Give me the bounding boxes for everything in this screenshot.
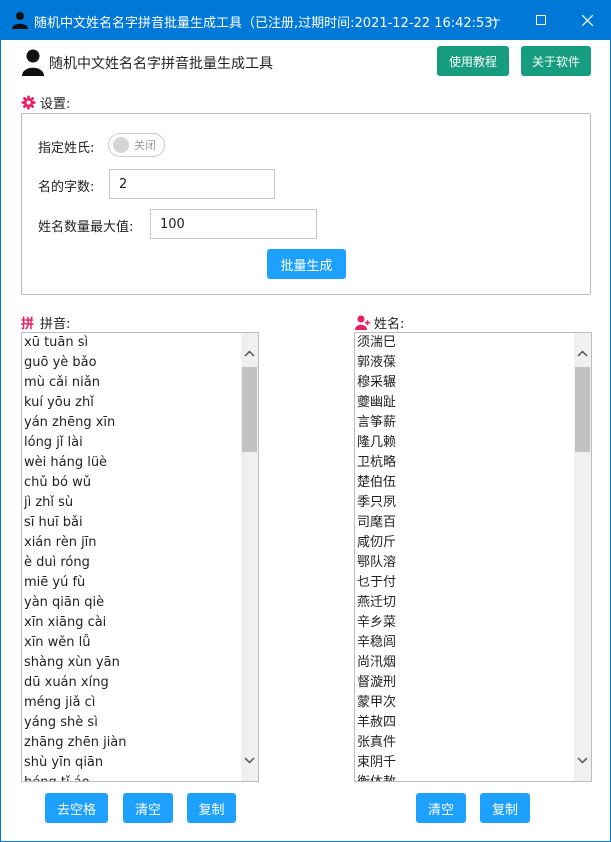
surname-toggle[interactable]: 关闭 — [108, 133, 165, 157]
list-item[interactable]: miē yú fù — [22, 573, 241, 593]
maximize-icon — [536, 15, 546, 25]
list-item[interactable]: 隆几赖 — [355, 433, 574, 453]
list-item[interactable]: 尚汛烟 — [355, 653, 574, 673]
max-count-label: 姓名数量最大值: — [38, 220, 134, 235]
names-heading: 姓名: — [355, 313, 404, 332]
pinyin-copy-button[interactable]: 复制 — [187, 793, 236, 823]
names-scrollbar[interactable] — [574, 333, 591, 781]
pinyin-list[interactable]: xū tuān sì guō yè bǎo mù cǎi niǎn kuí yōu z… — [21, 332, 259, 782]
list-item[interactable]: 辛乡菜 — [355, 613, 574, 633]
list-item[interactable]: 穆采辗 — [355, 373, 574, 393]
list-item[interactable]: xián rèn jīn — [22, 533, 241, 553]
close-button[interactable] — [564, 0, 610, 40]
list-item[interactable]: jì zhǐ sù — [22, 493, 241, 513]
svg-text:拼: 拼 — [21, 316, 34, 330]
list-item[interactable]: méng jiǎ cì — [22, 693, 241, 713]
list-item[interactable]: 燕迁切 — [355, 593, 574, 613]
trim-spaces-button[interactable]: 去空格 — [45, 793, 108, 823]
pinyin-icon: 拼 — [21, 316, 34, 330]
pinyin-scrollbar[interactable] — [241, 333, 258, 781]
list-item[interactable]: 蒙甲次 — [355, 693, 574, 713]
list-item[interactable]: 季只夙 — [355, 493, 574, 513]
pinyin-heading: 拼 拼音: — [21, 313, 70, 332]
about-button[interactable]: 关于软件 — [521, 46, 591, 76]
list-item[interactable]: è duì róng — [22, 553, 241, 573]
user-icon — [355, 315, 370, 330]
list-item[interactable]: 督漩刑 — [355, 673, 574, 693]
minimize-button[interactable] — [472, 0, 518, 40]
scroll-thumb[interactable] — [575, 367, 590, 452]
scroll-down-icon[interactable] — [574, 752, 591, 769]
settings-label: 设置: — [40, 97, 71, 112]
list-item[interactable]: 司麾百 — [355, 513, 574, 533]
list-item[interactable]: kuí yōu zhǐ — [22, 393, 241, 413]
list-item[interactable]: guō yè bǎo — [22, 353, 241, 373]
list-item[interactable]: shù yīn qiān — [22, 753, 241, 773]
list-item[interactable]: 言筝薪 — [355, 413, 574, 433]
close-icon — [581, 14, 593, 26]
list-item[interactable]: 咸仞斤 — [355, 533, 574, 553]
names-copy-button[interactable]: 复制 — [480, 793, 530, 823]
pinyin-label: 拼音: — [40, 317, 71, 332]
list-item[interactable]: xīn wěn lǚ — [22, 633, 241, 653]
names-items: 须湍巳 郭液葆 穆采辗 夔幽趾 言筝薪 隆几赖 卫杭略 楚伯伍 季只夙 司麾百 咸仞斤 鄂队溶 乜于付燕… — [355, 333, 574, 781]
names-list[interactable]: 须湍巳 郭液葆 穆采辗 夔幽趾 言筝薪 隆几赖 卫杭略 楚伯伍 季只夙 司麾百 咸仞斤 鄂队溶 乜于付燕… — [354, 332, 592, 782]
list-item[interactable]: 郭液葆 — [355, 353, 574, 373]
list-item[interactable]: xīn xiāng cài — [22, 613, 241, 633]
maximize-button[interactable] — [518, 0, 564, 40]
pinyin-items: xū tuān sì guō yè bǎo mù cǎi niǎn kuí yōu z… — [22, 333, 241, 781]
list-item[interactable]: yán zhēng xīn — [22, 413, 241, 433]
scroll-up-icon[interactable] — [574, 345, 591, 362]
list-item[interactable]: 楚伯伍 — [355, 473, 574, 493]
scroll-up-icon[interactable] — [241, 345, 258, 362]
list-item[interactable]: lóng jǐ lài — [22, 433, 241, 453]
list-item[interactable]: 须湍巳 — [355, 333, 574, 353]
list-item[interactable]: xū tuān sì — [22, 333, 241, 353]
list-item[interactable]: 夔幽趾 — [355, 393, 574, 413]
generate-button[interactable]: 批量生成 — [267, 249, 346, 279]
list-item[interactable]: héng tǐ áo — [22, 773, 241, 781]
list-item[interactable]: 束阴千 — [355, 753, 574, 773]
list-item[interactable]: zhāng zhēn jiàn — [22, 733, 241, 753]
scroll-thumb[interactable] — [242, 367, 257, 452]
scroll-down-icon[interactable] — [241, 752, 258, 769]
minimize-icon — [490, 19, 500, 21]
list-item[interactable]: 衡体敖 — [355, 773, 574, 781]
tutorial-button[interactable]: 使用教程 — [437, 46, 509, 76]
list-item[interactable]: 张真件 — [355, 733, 574, 753]
list-item[interactable]: wèi háng lüè — [22, 453, 241, 473]
list-item[interactable]: 辛稳闾 — [355, 633, 574, 653]
list-item[interactable]: 鄂队溶 — [355, 553, 574, 573]
user-icon — [22, 49, 44, 76]
pinyin-clear-button[interactable]: 清空 — [123, 793, 173, 823]
surname-label: 指定姓氏: — [38, 141, 95, 156]
list-item[interactable]: yáng shè sì — [22, 713, 241, 733]
list-item[interactable]: 羊赦四 — [355, 713, 574, 733]
list-item[interactable]: 卫杭略 — [355, 453, 574, 473]
list-item[interactable]: shàng xùn yān — [22, 653, 241, 673]
names-clear-button[interactable]: 清空 — [416, 793, 466, 823]
app-window: 随机中文姓名名字拼音批量生成工具（已注册,过期时间:2021-12-22 16:… — [1, 0, 610, 841]
list-item[interactable]: chǔ bó wǔ — [22, 473, 241, 493]
list-item[interactable]: sī huī bǎi — [22, 513, 241, 533]
max-count-input[interactable]: 100 — [150, 209, 317, 239]
toggle-state-label: 关闭 — [134, 139, 156, 152]
name-length-label: 名的字数: — [38, 180, 95, 195]
list-item[interactable]: yàn qiān qiè — [22, 593, 241, 613]
list-item[interactable]: mù cǎi niǎn — [22, 373, 241, 393]
user-icon — [12, 12, 28, 29]
title-bar: 随机中文姓名名字拼音批量生成工具（已注册,过期时间:2021-12-22 16:… — [1, 0, 610, 40]
names-label: 姓名: — [374, 317, 405, 332]
settings-heading: 设置: — [21, 93, 70, 112]
window-title: 随机中文姓名名字拼音批量生成工具（已注册,过期时间:2021-12-22 16:… — [34, 16, 498, 31]
toggle-knob — [113, 137, 129, 153]
list-item[interactable]: dū xuán xíng — [22, 673, 241, 693]
list-item[interactable]: 乜于付 — [355, 573, 574, 593]
gear-icon — [21, 95, 36, 110]
name-length-input[interactable]: 2 — [109, 169, 275, 199]
header-title: 随机中文姓名名字拼音批量生成工具 — [49, 56, 273, 72]
